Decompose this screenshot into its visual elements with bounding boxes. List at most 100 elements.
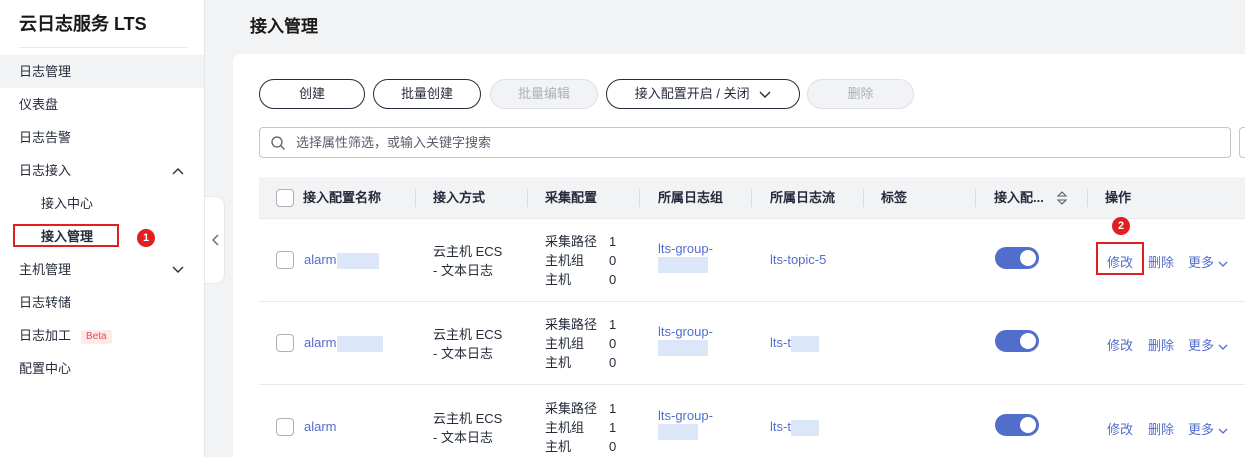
collect-values: 1 0 0 xyxy=(609,315,616,372)
log-stream-name: lts-topic-5 xyxy=(770,252,827,267)
log-group-link[interactable]: lts-group- xyxy=(658,408,713,440)
more-dropdown[interactable]: 更多 xyxy=(1188,252,1228,271)
toggle-config-dropdown[interactable]: 接入配置开启 / 关闭 xyxy=(606,79,800,109)
method-line: 云主机 ECS xyxy=(433,244,503,259)
column-divider xyxy=(639,189,640,207)
chevron-down-icon xyxy=(1218,261,1228,267)
method-line: - 文本日志 xyxy=(433,346,493,361)
create-button[interactable]: 创建 xyxy=(259,79,365,109)
log-stream-link[interactable]: lts-topic-5 xyxy=(770,252,826,267)
highlight-box xyxy=(13,224,119,247)
sidebar-item-label: 日志告警 xyxy=(19,130,72,145)
collect-label: 主机 xyxy=(545,355,572,370)
column-divider xyxy=(1087,189,1088,207)
ingestion-toggle[interactable] xyxy=(995,330,1039,352)
sidebar-collapse-button[interactable] xyxy=(205,196,225,284)
sidebar-item-ingestion-center[interactable]: 接入中心 xyxy=(0,187,204,220)
chevron-left-icon xyxy=(211,234,218,246)
collect-value: 0 xyxy=(609,439,617,454)
sidebar-item-log-processing[interactable]: 日志加工 Beta xyxy=(0,319,204,352)
row-checkbox[interactable] xyxy=(276,418,294,436)
dropdown-label: 接入配置开启 / 关闭 xyxy=(634,86,750,101)
log-stream-link[interactable]: lts-t xyxy=(770,335,819,352)
config-name-link[interactable]: alarm xyxy=(304,419,337,434)
ingestion-method: 云主机 ECS - 文本日志 xyxy=(433,408,502,446)
column-divider xyxy=(863,189,864,207)
sidebar-item-label: 日志管理 xyxy=(19,64,72,79)
sidebar-item-host-management[interactable]: 主机管理 xyxy=(0,253,204,286)
collect-value: 1 xyxy=(609,401,617,416)
select-all-checkbox[interactable] xyxy=(276,189,294,207)
row-checkbox[interactable] xyxy=(276,251,294,269)
sidebar-item-log-transfer[interactable]: 日志转储 xyxy=(0,286,204,319)
more-dropdown[interactable]: 更多 xyxy=(1188,419,1228,438)
page-title: 接入管理 xyxy=(250,17,318,36)
table-row: alarm 云主机 ECS - 文本日志 采集路径 主机组 主机 1 0 0 lts-gr… xyxy=(259,302,1245,385)
table-header: 接入配置名称 接入方式 采集配置 所属日志组 所属日志流 标签 接入配... 操… xyxy=(259,177,1245,219)
search-bar[interactable] xyxy=(259,127,1231,158)
batch-create-button[interactable]: 批量创建 xyxy=(373,79,481,109)
column-divider xyxy=(751,189,752,207)
column-header-name: 接入配置名称 xyxy=(303,190,382,205)
collect-value: 0 xyxy=(609,355,617,370)
more-dropdown[interactable]: 更多 xyxy=(1188,335,1228,354)
sidebar-item-log-alarm[interactable]: 日志告警 xyxy=(0,121,204,154)
ingestion-toggle[interactable] xyxy=(995,414,1039,436)
config-name-link[interactable]: alarm xyxy=(304,252,379,269)
method-line: 云主机 ECS xyxy=(433,411,503,426)
search-input[interactable] xyxy=(296,128,1196,157)
delete-link[interactable]: 删除 xyxy=(1148,419,1174,438)
sidebar-item-dashboard[interactable]: 仪表盘 xyxy=(0,88,204,121)
chevron-down-icon xyxy=(759,91,771,98)
sidebar-item-label: 主机管理 xyxy=(19,262,72,277)
method-line: - 文本日志 xyxy=(433,263,493,278)
collect-label: 采集路径 xyxy=(545,317,598,332)
modify-link[interactable]: 修改 xyxy=(1107,419,1133,438)
ingestion-method: 云主机 ECS - 文本日志 xyxy=(433,324,502,362)
column-header-method: 接入方式 xyxy=(433,190,486,205)
redacted-text xyxy=(658,423,698,440)
column-divider xyxy=(527,189,528,207)
sidebar-item-label: 日志加工 xyxy=(19,328,72,343)
table-row: alarm 云主机 ECS - 文本日志 采集路径 主机组 主机 1 1 0 lts-gr… xyxy=(259,385,1245,457)
redacted-text xyxy=(336,335,383,352)
log-stream-name: lts-t xyxy=(770,419,791,434)
log-group-name: lts-group- xyxy=(658,408,713,423)
log-stream-link[interactable]: lts-t xyxy=(770,419,819,436)
collect-values: 1 0 0 xyxy=(609,232,616,289)
toggle-knob xyxy=(1020,333,1036,349)
app-title: 云日志服务 LTS xyxy=(19,14,147,34)
collect-value: 0 xyxy=(609,253,617,268)
delete-button[interactable]: 删除 xyxy=(807,79,914,109)
sidebar-item-label: 日志转储 xyxy=(19,295,72,310)
column-header-actions: 操作 xyxy=(1105,190,1132,205)
sidebar-item-log-ingestion[interactable]: 日志接入 xyxy=(0,154,204,187)
log-group-link[interactable]: lts-group- xyxy=(658,241,713,273)
delete-link[interactable]: 删除 xyxy=(1148,252,1174,271)
toggle-knob xyxy=(1020,417,1036,433)
collect-label: 主机组 xyxy=(545,420,585,435)
sort-icon[interactable] xyxy=(1056,191,1068,205)
redacted-text xyxy=(790,335,819,352)
sidebar-item-label: 接入中心 xyxy=(41,196,94,211)
config-name: alarm xyxy=(304,419,337,434)
redacted-text xyxy=(336,252,379,269)
log-group-link[interactable]: lts-group- xyxy=(658,324,713,356)
sidebar-item-log-management[interactable]: 日志管理 xyxy=(0,55,204,88)
method-line: - 文本日志 xyxy=(433,430,493,445)
sidebar-item-config-center[interactable]: 配置中心 xyxy=(0,352,204,385)
collect-value: 1 xyxy=(609,317,617,332)
ingestion-toggle[interactable] xyxy=(995,247,1039,269)
table-settings-button[interactable] xyxy=(1239,127,1245,158)
delete-link[interactable]: 删除 xyxy=(1148,335,1174,354)
collect-label: 主机组 xyxy=(545,336,585,351)
collect-value: 1 xyxy=(609,420,617,435)
row-checkbox[interactable] xyxy=(276,334,294,352)
column-header-status[interactable]: 接入配... xyxy=(994,177,1044,219)
column-header-group: 所属日志组 xyxy=(658,190,724,205)
batch-edit-button[interactable]: 批量编辑 xyxy=(490,79,598,109)
sidebar-item-label: 配置中心 xyxy=(19,361,72,376)
chevron-down-icon xyxy=(1218,344,1228,350)
config-name-link[interactable]: alarm xyxy=(304,335,383,352)
modify-link[interactable]: 修改 xyxy=(1107,335,1133,354)
